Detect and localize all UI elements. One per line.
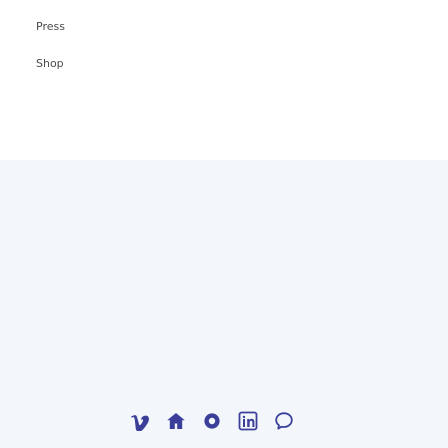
footer-links-area: Press Shop [0,0,448,160]
footer-link-shop[interactable]: Shop [36,57,64,71]
social-band [0,160,448,448]
footer-links: Press Shop [0,0,448,160]
linkedin-icon[interactable] [236,410,259,433]
page: Press Shop [0,0,448,448]
social-icons-row [128,409,295,433]
chat-icon[interactable] [272,410,295,433]
footer-link-press[interactable]: Press [36,20,65,34]
home-icon[interactable] [164,410,187,433]
vimeo-icon[interactable] [128,410,151,433]
flickr-icon[interactable] [200,410,223,433]
